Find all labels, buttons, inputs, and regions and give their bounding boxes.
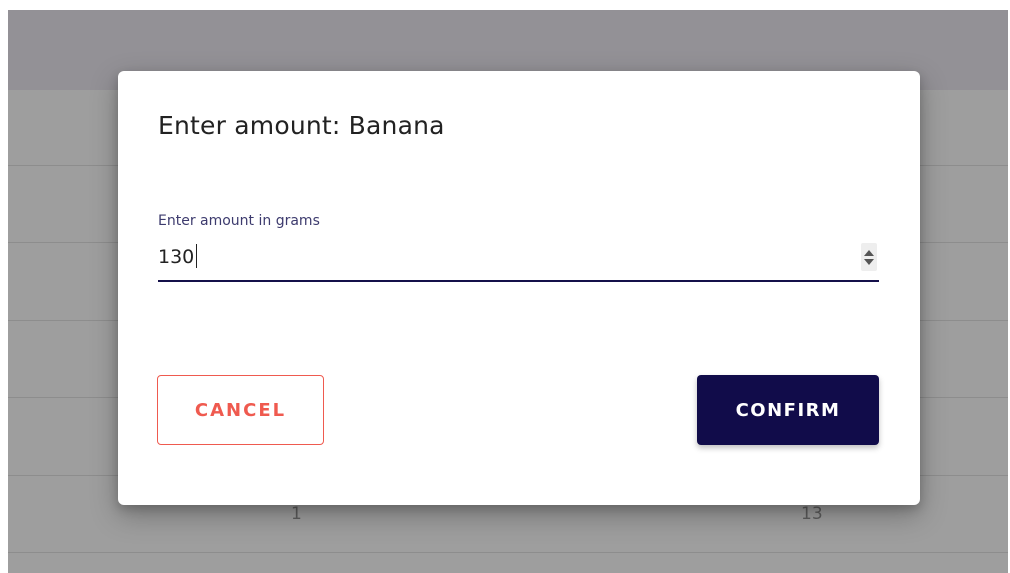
dialog-title: Enter amount: Banana [158, 111, 445, 140]
table-row-divider [8, 552, 1008, 553]
table-cell: 13 [801, 504, 823, 524]
table-cell: 1 [291, 504, 302, 524]
enter-amount-dialog: Enter amount: Banana Enter amount in gra… [118, 71, 920, 505]
chevron-up-icon[interactable] [864, 250, 874, 256]
confirm-button[interactable]: CONFIRM [697, 375, 879, 445]
input-underline [158, 280, 879, 282]
text-caret [196, 244, 197, 268]
amount-field: Enter amount in grams [158, 211, 879, 283]
chevron-down-icon[interactable] [864, 259, 874, 265]
amount-input[interactable] [158, 241, 848, 273]
amount-field-label: Enter amount in grams [158, 213, 320, 229]
number-spinner[interactable] [861, 243, 877, 271]
cancel-button[interactable]: CANCEL [157, 375, 324, 445]
